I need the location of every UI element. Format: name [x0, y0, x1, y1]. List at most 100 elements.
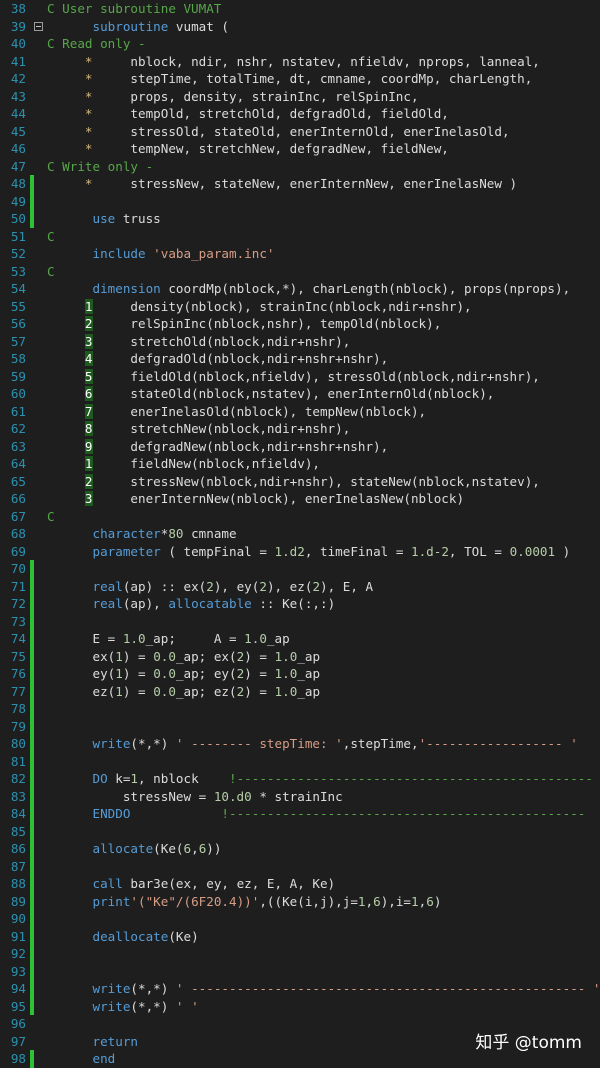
code-line[interactable]: 70	[0, 560, 600, 578]
code-line[interactable]: 83 stressNew = 10.d0 * strainInc	[0, 787, 600, 805]
code-text: 2 relSpinInc(nblock,nshr), tempOld(nbloc…	[84, 316, 442, 331]
code-line[interactable]: 69 parameter ( tempFinal = 1.d2, timeFin…	[0, 543, 600, 561]
code-line[interactable]: 64 1 fieldNew(nblock,nfieldv),	[0, 455, 600, 473]
change-marker	[30, 735, 34, 753]
code-line[interactable]: 81	[0, 752, 600, 770]
line-number: 98	[10, 1051, 26, 1066]
code-line[interactable]: 71 real(ap) :: ex(2), ey(2), ez(2), E, A	[0, 577, 600, 595]
line-number: 64	[10, 456, 26, 471]
code-line[interactable]: 82 DO k=1, nblock !---------------------…	[0, 770, 600, 788]
code-line[interactable]: 39 subroutine vumat (	[0, 18, 600, 36]
code-text: 3 enerInternNew(nblock), enerInelasNew(n…	[84, 491, 465, 506]
code-line[interactable]: 65 2 stressNew(nblock,ndir+nshr), stateN…	[0, 473, 600, 491]
line-number: 58	[10, 351, 26, 366]
line-number: 43	[10, 88, 26, 104]
code-line[interactable]: 62 8 stretchNew(nblock,ndir+nshr),	[0, 420, 600, 438]
code-line[interactable]: 52 include 'vaba_param.inc'	[0, 245, 600, 263]
code-line[interactable]: 56 2 relSpinInc(nblock,nshr), tempOld(nb…	[0, 315, 600, 333]
code-line[interactable]: 60 6 stateOld(nblock,nstatev), enerInter…	[0, 385, 600, 403]
code-line[interactable]: 67 C	[0, 508, 600, 526]
code-line[interactable]: 40 C Read only -	[0, 35, 600, 53]
code-editor[interactable]: 38 C User subroutine VUMAT 39 subroutine v…	[0, 0, 600, 1068]
line-number: 51	[10, 228, 26, 244]
code-line[interactable]: 85	[0, 822, 600, 840]
change-marker	[30, 857, 34, 875]
code-line[interactable]: 88 call bar3e(ex, ey, ez, E, A, Ke)	[0, 875, 600, 893]
code-line[interactable]: 57 3 stretchOld(nblock,ndir+nshr),	[0, 333, 600, 351]
code-line[interactable]: 47 C Write only -	[0, 158, 600, 176]
code-line[interactable]: 78	[0, 700, 600, 718]
code-line[interactable]: 68 character*80 cmname	[0, 525, 600, 543]
code-line[interactable]: 74 E = 1.0_ap; A = 1.0_ap	[0, 630, 600, 648]
line-number: 72	[10, 596, 26, 611]
code-line[interactable]: 43 * props, density, strainInc, relSpinI…	[0, 88, 600, 106]
code-line[interactable]: 38 C User subroutine VUMAT	[0, 0, 600, 18]
code-line[interactable]: 55 1 density(nblock), strainInc(nblock,n…	[0, 298, 600, 316]
code-text: C	[47, 508, 55, 524]
code-line[interactable]: 49	[0, 192, 600, 210]
line-number: 69	[10, 543, 26, 559]
line-number: 45	[10, 123, 26, 139]
code-line[interactable]: 45 * stressOld, stateOld, enerInternOld,…	[0, 123, 600, 141]
code-line[interactable]: 95 write(*,*) ' '	[0, 997, 600, 1015]
code-text: * tempOld, stretchOld, defgradOld, field…	[84, 106, 449, 121]
line-number: 61	[10, 403, 26, 419]
code-line[interactable]: 54 dimension coordMp(nblock,*), charLeng…	[0, 280, 600, 298]
code-line[interactable]: 75 ex(1) = 0.0_ap; ex(2) = 1.0_ap	[0, 647, 600, 665]
code-line[interactable]: 53 C	[0, 263, 600, 281]
line-number: 57	[10, 333, 26, 349]
line-number: 39	[10, 18, 26, 34]
change-marker	[30, 1050, 34, 1068]
code-line[interactable]: 77 ez(1) = 0.0_ap; ez(2) = 1.0_ap	[0, 682, 600, 700]
code-line[interactable]: 87	[0, 857, 600, 875]
code-line[interactable]: 79	[0, 717, 600, 735]
code-line[interactable]: 86 allocate(Ke(6,6))	[0, 840, 600, 858]
code-line[interactable]: 94 write(*,*) ' ------------------------…	[0, 980, 600, 998]
code-line[interactable]: 72 real(ap), allocatable :: Ke(:,:)	[0, 595, 600, 613]
code-text: write(*,*) ' -------- stepTime: ',stepTi…	[92, 736, 578, 751]
code-line[interactable]: 51 C	[0, 228, 600, 246]
code-text: call bar3e(ex, ey, ez, E, A, Ke)	[92, 876, 336, 891]
code-line[interactable]: 80 write(*,*) ' -------- stepTime: ',ste…	[0, 735, 600, 753]
code-line[interactable]: 76 ey(1) = 0.0_ap; ey(2) = 1.0_ap	[0, 665, 600, 683]
code-line[interactable]: 93	[0, 962, 600, 980]
code-line[interactable]: 59 5 fieldOld(nblock,nfieldv), stressOld…	[0, 368, 600, 386]
change-marker	[30, 997, 34, 1015]
code-text: deallocate(Ke)	[92, 928, 199, 944]
line-number: 96	[10, 1016, 26, 1031]
code-line[interactable]: 42 * stepTime, totalTime, dt, cmname, co…	[0, 70, 600, 88]
change-marker	[30, 577, 34, 595]
code-line[interactable]: 84 ENDDO !------------------------------…	[0, 805, 600, 823]
code-line[interactable]: 90	[0, 910, 600, 928]
code-text: real(ap) :: ex(2), ey(2), ez(2), E, A	[92, 578, 374, 594]
code-line[interactable]: 89 print'("Ke"/(6F20.4))',((Ke(i,j),j=1,…	[0, 892, 600, 910]
code-line[interactable]: 50 use truss	[0, 210, 600, 228]
code-text: * stressNew, stateNew, enerInternNew, en…	[84, 176, 518, 191]
code-line[interactable]: 44 * tempOld, stretchOld, defgradOld, fi…	[0, 105, 600, 123]
code-line[interactable]: 66 3 enerInternNew(nblock), enerInelasNe…	[0, 490, 600, 508]
code-line[interactable]: 41 * nblock, ndir, nshr, nstatev, nfield…	[0, 53, 600, 71]
code-line[interactable]: 61 7 enerInelasOld(nblock), tempNew(nblo…	[0, 403, 600, 421]
code-line[interactable]: 92	[0, 945, 600, 963]
code-line[interactable]: 91 deallocate(Ke)	[0, 927, 600, 945]
line-number: 44	[10, 106, 26, 121]
line-number: 67	[10, 508, 26, 524]
fold-collapse-icon[interactable]	[34, 21, 43, 31]
code-text: character*80 cmname	[92, 526, 237, 541]
code-line[interactable]: 58 4 defgradOld(nblock,ndir+nshr+nshr),	[0, 350, 600, 368]
change-marker	[30, 595, 34, 613]
line-number: 90	[10, 911, 26, 926]
code-text: 3 stretchOld(nblock,ndir+nshr),	[84, 333, 351, 349]
line-number: 62	[10, 421, 26, 436]
line-number: 52	[10, 246, 26, 261]
code-line[interactable]: 48 * stressNew, stateNew, enerInternNew,…	[0, 175, 600, 193]
code-text: end	[92, 1051, 116, 1066]
code-line[interactable]: 46 * tempNew, stretchNew, defgradNew, fi…	[0, 140, 600, 158]
code-text: ex(1) = 0.0_ap; ex(2) = 1.0_ap	[47, 648, 321, 664]
line-number: 91	[10, 928, 26, 944]
line-number: 42	[10, 71, 26, 86]
code-line[interactable]: 73	[0, 612, 600, 630]
code-line[interactable]: 63 9 defgradNew(nblock,ndir+nshr+nshr),	[0, 438, 600, 456]
code-text: * nblock, ndir, nshr, nstatev, nfieldv, …	[84, 53, 540, 69]
change-marker	[30, 192, 34, 210]
